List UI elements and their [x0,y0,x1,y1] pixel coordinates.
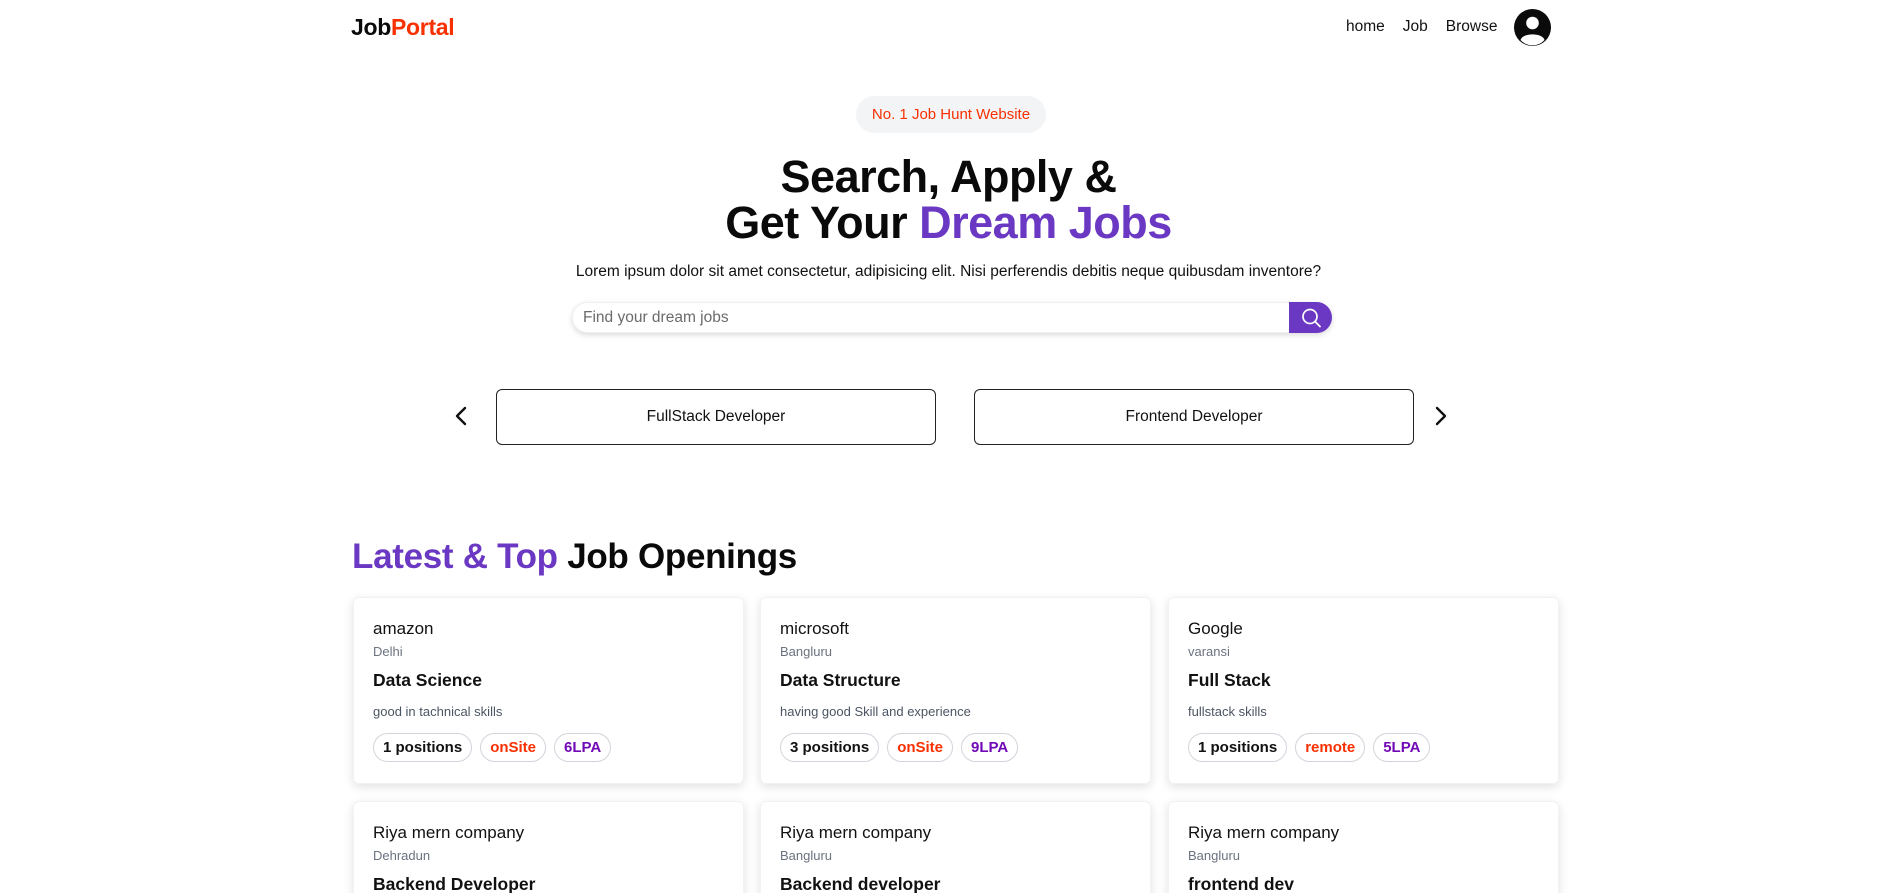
positions-badge: 1 positions [373,733,473,762]
job-location: Bangluru [1188,848,1241,863]
category-button-fullstack[interactable]: FullStack Developer [496,389,936,445]
job-title: Full Stack [1188,670,1271,690]
carousel-prev-button[interactable] [449,402,473,430]
salary-badge: 9LPA [961,733,1019,762]
job-company: microsoft [780,619,849,638]
logo-accent: Portal [391,14,455,40]
job-title: Backend developer [780,874,941,893]
job-location: Bangluru [780,848,833,863]
latest-jobs-title-accent: Latest & Top [352,537,558,576]
search-bar [572,302,1332,333]
search-button[interactable] [1289,302,1332,333]
job-location: Delhi [373,644,403,659]
hero-title-line1: Search, Apply & [780,151,1117,202]
logo-main: Job [351,14,391,40]
salary-badge: 5LPA [1373,733,1431,762]
nav-link-job[interactable]: Job [1403,18,1428,36]
job-type-badge: onSite [480,733,547,762]
job-card[interactable]: Riya mern company Dehradun Backend Devel… [353,801,744,893]
job-card[interactable]: microsoft Bangluru Data Structure having… [760,597,1151,784]
latest-jobs-title-plain: Job Openings [557,537,797,576]
job-description: good in tachnical skills [373,704,503,719]
category-button-frontend[interactable]: Frontend Developer [974,389,1414,445]
job-company: Riya mern company [1188,823,1340,842]
job-title: Data Structure [780,670,901,690]
hero-title-accent: Dream Jobs [919,197,1172,248]
hero-title-plain: Get Your [725,197,920,248]
job-tags: 3 positions onSite 9LPA [780,733,1131,762]
hero-title: Search, Apply & Get Your Dream Jobs [0,154,1897,246]
hero-description: Lorem ipsum dolor sit amet consectetur, … [575,263,1322,280]
job-company: Riya mern company [373,823,525,842]
navbar: JobPortal home Job Browse [0,0,1897,58]
chevron-right-icon [1435,406,1447,426]
job-location: Bangluru [780,644,833,659]
salary-badge: 6LPA [554,733,612,762]
job-card[interactable]: Riya mern company Bangluru frontend dev [1168,801,1559,893]
job-company: Google [1188,619,1243,638]
logo[interactable]: JobPortal [351,14,455,41]
job-title: Data Science [373,670,482,690]
chevron-left-icon [455,406,467,426]
job-card[interactable]: Google varansi Full Stack fullstack skil… [1168,597,1559,784]
user-avatar-icon[interactable] [1514,9,1551,46]
job-description: fullstack skills [1188,704,1267,719]
positions-badge: 3 positions [780,733,880,762]
positions-badge: 1 positions [1188,733,1288,762]
nav-links: home Job Browse [1346,18,1515,36]
nav-link-home[interactable]: home [1346,18,1385,36]
job-card[interactable]: amazon Delhi Data Science good in tachni… [353,597,744,784]
job-type-badge: remote [1295,733,1366,762]
latest-jobs-title: Latest & Top Job Openings [352,537,797,577]
job-title: Backend Developer [373,874,536,893]
job-description: having good Skill and experience [780,704,971,719]
hero-title-line2: Get Your Dream Jobs [0,200,1897,246]
job-company: Riya mern company [780,823,932,842]
carousel-next-button[interactable] [1429,402,1453,430]
job-location: varansi [1188,644,1230,659]
job-type-badge: onSite [887,733,954,762]
job-tags: 1 positions remote 5LPA [1188,733,1539,762]
search-input[interactable] [583,303,1283,332]
job-location: Dehradun [373,848,431,863]
hero-badge: No. 1 Job Hunt Website [856,96,1046,133]
search-icon [1301,308,1321,327]
nav-link-browse[interactable]: Browse [1446,18,1498,36]
job-tags: 1 positions onSite 6LPA [373,733,724,762]
job-card[interactable]: Riya mern company Bangluru Backend devel… [760,801,1151,893]
job-title: frontend dev [1188,874,1294,893]
job-company: amazon [373,619,434,638]
